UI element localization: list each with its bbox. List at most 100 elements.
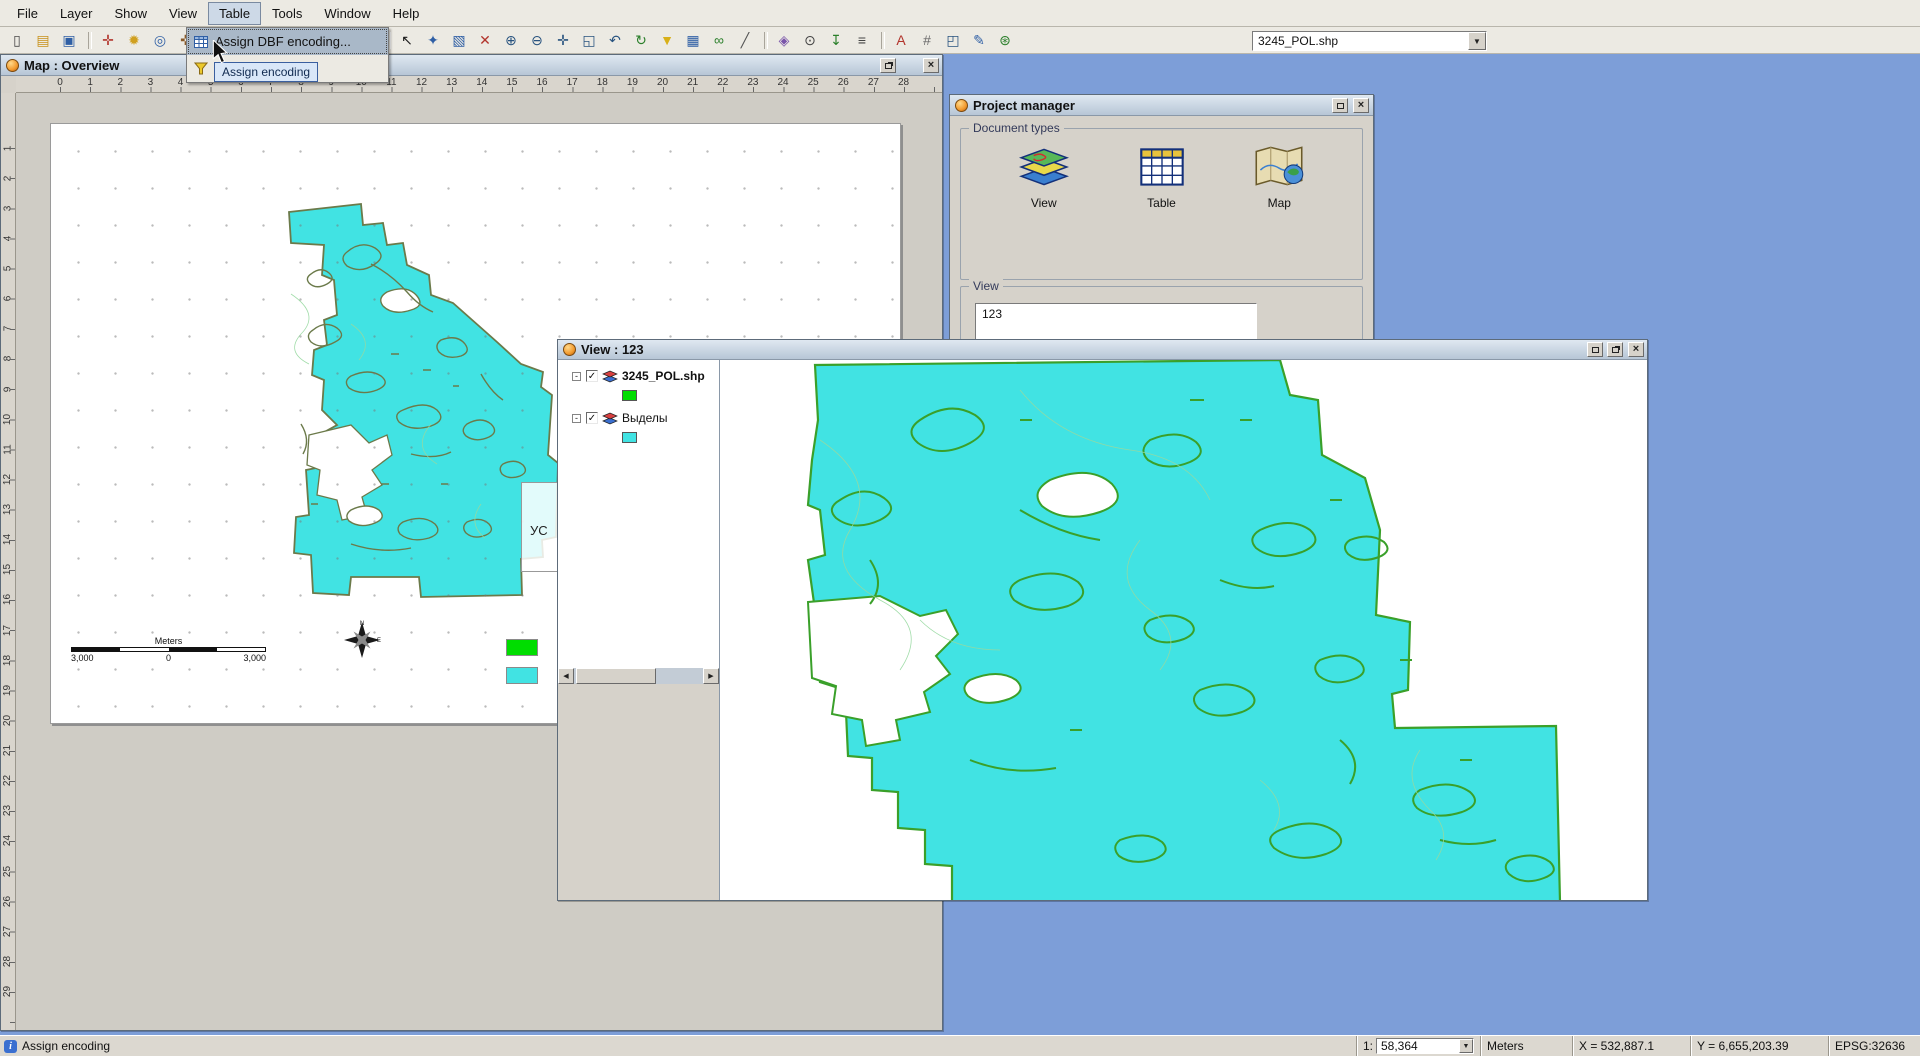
layer-name[interactable]: 3245_POL.shp <box>622 369 705 383</box>
pointer-icon[interactable]: ↖ <box>395 29 419 52</box>
add-event-theme-icon[interactable]: ✹ <box>122 29 146 52</box>
view-map-drawing <box>720 360 1647 900</box>
ruler-number: 22 <box>1 766 15 796</box>
maximize-button[interactable] <box>1332 98 1348 113</box>
ruler-number: 17 <box>557 76 587 92</box>
menu-item-label: Assign DBF encoding... <box>215 34 351 49</box>
doc-type-table-button[interactable]: Table <box>1119 143 1205 210</box>
scale-cell: 1: 58,364 ▼ <box>1356 1036 1480 1056</box>
refresh-icon[interactable]: ↻ <box>629 29 653 52</box>
status-message: Assign encoding <box>22 1039 110 1053</box>
toolbar-icons: ▯ ▤ ▣ ✛ ✹ ◎ ✜ ▦ ℹ ⊕ ▭ <box>4 27 1018 53</box>
overview-map-icon[interactable]: ◰ <box>941 29 965 52</box>
status-bar: i Assign encoding 1: 58,364 ▼ Meters X =… <box>0 1035 1920 1056</box>
edit-vertex-icon[interactable]: ✎ <box>967 29 991 52</box>
scale-bar[interactable]: Meters 3,000 0 3,000 <box>71 636 266 663</box>
zoom-out-icon[interactable]: ⊖ <box>525 29 549 52</box>
georeference-icon[interactable]: ✛ <box>96 29 120 52</box>
grid-icon[interactable]: # <box>915 29 939 52</box>
restore-button[interactable] <box>880 58 896 73</box>
table-document-icon <box>1131 143 1193 194</box>
map-overview-titlebar[interactable]: Map : Overview × <box>1 55 942 76</box>
doc-type-map-button[interactable]: Map <box>1236 143 1322 210</box>
ruler-number: 14 <box>467 76 497 92</box>
layer-combobox[interactable]: 3245_POL.shp ▼ <box>1252 31 1487 51</box>
minimize-button[interactable] <box>1587 342 1603 357</box>
units-cell[interactable]: Meters <box>1480 1036 1572 1056</box>
scroll-right-icon[interactable]: ▶ <box>703 668 719 684</box>
locator-icon[interactable]: ◈ <box>772 29 796 52</box>
script-console-icon[interactable]: ≡ <box>850 29 874 52</box>
ruler-number: 16 <box>1 585 15 615</box>
scrollbar-thumb[interactable] <box>576 668 656 684</box>
close-button[interactable]: × <box>1628 342 1644 357</box>
export-image-icon[interactable]: ↧ <box>824 29 848 52</box>
measure-distance-icon[interactable]: ╱ <box>733 29 757 52</box>
menu-item[interactable]: File <box>6 2 49 25</box>
pan-icon[interactable]: ✛ <box>551 29 575 52</box>
crs-button[interactable]: EPSG:32636 <box>1828 1036 1920 1056</box>
clear-selection-icon[interactable]: ✕ <box>473 29 497 52</box>
menu-item[interactable]: Tools <box>261 2 313 25</box>
view-titlebar[interactable]: View : 123 × <box>558 340 1647 360</box>
toc-horizontal-scrollbar[interactable]: ◀ ▶ <box>558 668 719 684</box>
layout-annotation-label: УС <box>530 523 548 538</box>
restore-button[interactable] <box>1607 342 1623 357</box>
document-types-group: Document types View <box>960 128 1363 280</box>
close-button[interactable]: × <box>1353 98 1369 113</box>
layer-symbol-swatch[interactable] <box>622 432 637 443</box>
open-project-icon[interactable]: ▤ <box>31 29 55 52</box>
menu-item[interactable]: Window <box>313 2 381 25</box>
zoom-previous-icon[interactable]: ↶ <box>603 29 627 52</box>
menu-bar: FileLayerShowViewTableToolsWindowHelp <box>0 0 1920 27</box>
full-extent-icon[interactable]: ◱ <box>577 29 601 52</box>
layer-checkbox[interactable]: ✓ <box>586 412 598 424</box>
view-window: View : 123 × - ✓ 3245_POL.shp - ✓ <box>557 339 1648 901</box>
north-arrow-icon[interactable]: N E <box>341 619 383 664</box>
close-button[interactable]: × <box>923 58 939 73</box>
crs-selector-icon[interactable]: ⊛ <box>993 29 1017 52</box>
annotation-icon[interactable]: A <box>889 29 913 52</box>
ruler-number: 1 <box>75 76 105 92</box>
select-feature-icon[interactable]: ✦ <box>421 29 445 52</box>
table-grid-icon <box>193 36 209 48</box>
layer-name[interactable]: Выделы <box>622 411 668 425</box>
magnifier-icon[interactable]: ⊙ <box>798 29 822 52</box>
layer-checkbox[interactable]: ✓ <box>586 370 598 382</box>
doc-type-view-button[interactable]: View <box>1001 143 1087 210</box>
menu-item[interactable]: Help <box>382 2 431 25</box>
ruler-number: 27 <box>1 916 15 946</box>
layer-symbol-swatch[interactable] <box>622 390 637 401</box>
tree-collapse-icon[interactable]: - <box>572 414 581 423</box>
list-item[interactable]: 123 <box>980 306 1252 322</box>
attribute-table-icon[interactable]: ▦ <box>681 29 705 52</box>
zoom-to-layer-icon[interactable]: ◎ <box>148 29 172 52</box>
save-icon[interactable]: ▣ <box>57 29 81 52</box>
scrollbar-track[interactable] <box>574 668 703 684</box>
window-icon <box>563 343 576 356</box>
project-manager-titlebar[interactable]: Project manager × <box>950 95 1373 116</box>
chevron-down-icon[interactable]: ▼ <box>1459 1039 1473 1053</box>
menu-item[interactable]: Show <box>103 2 158 25</box>
ruler-number: 17 <box>1 615 15 645</box>
hyperlink-icon[interactable]: ∞ <box>707 29 731 52</box>
scale-input[interactable]: 58,364 ▼ <box>1376 1038 1474 1054</box>
layer-icon <box>602 370 618 383</box>
menu-item[interactable]: Layer <box>49 2 104 25</box>
scale-bar-units: Meters <box>71 636 266 646</box>
new-document-icon[interactable]: ▯ <box>5 29 29 52</box>
scroll-left-icon[interactable]: ◀ <box>558 668 574 684</box>
select-rectangle-icon[interactable]: ▧ <box>447 29 471 52</box>
ruler-number: 4 <box>1 223 15 253</box>
menu-item[interactable]: View <box>158 2 208 25</box>
ruler-number: 20 <box>648 76 678 92</box>
menu-item-assign-dbf-encoding[interactable]: Assign DBF encoding... <box>187 28 388 55</box>
ruler-number: 8 <box>1 344 15 374</box>
filter-icon[interactable]: ▼ <box>655 29 679 52</box>
x-coordinate-cell: X = 532,887.1 <box>1572 1036 1690 1056</box>
menu-item[interactable]: Table <box>208 2 261 25</box>
chevron-down-icon[interactable]: ▼ <box>1468 32 1486 50</box>
view-map-canvas[interactable] <box>720 360 1647 900</box>
tree-collapse-icon[interactable]: - <box>572 372 581 381</box>
zoom-in-icon[interactable]: ⊕ <box>499 29 523 52</box>
